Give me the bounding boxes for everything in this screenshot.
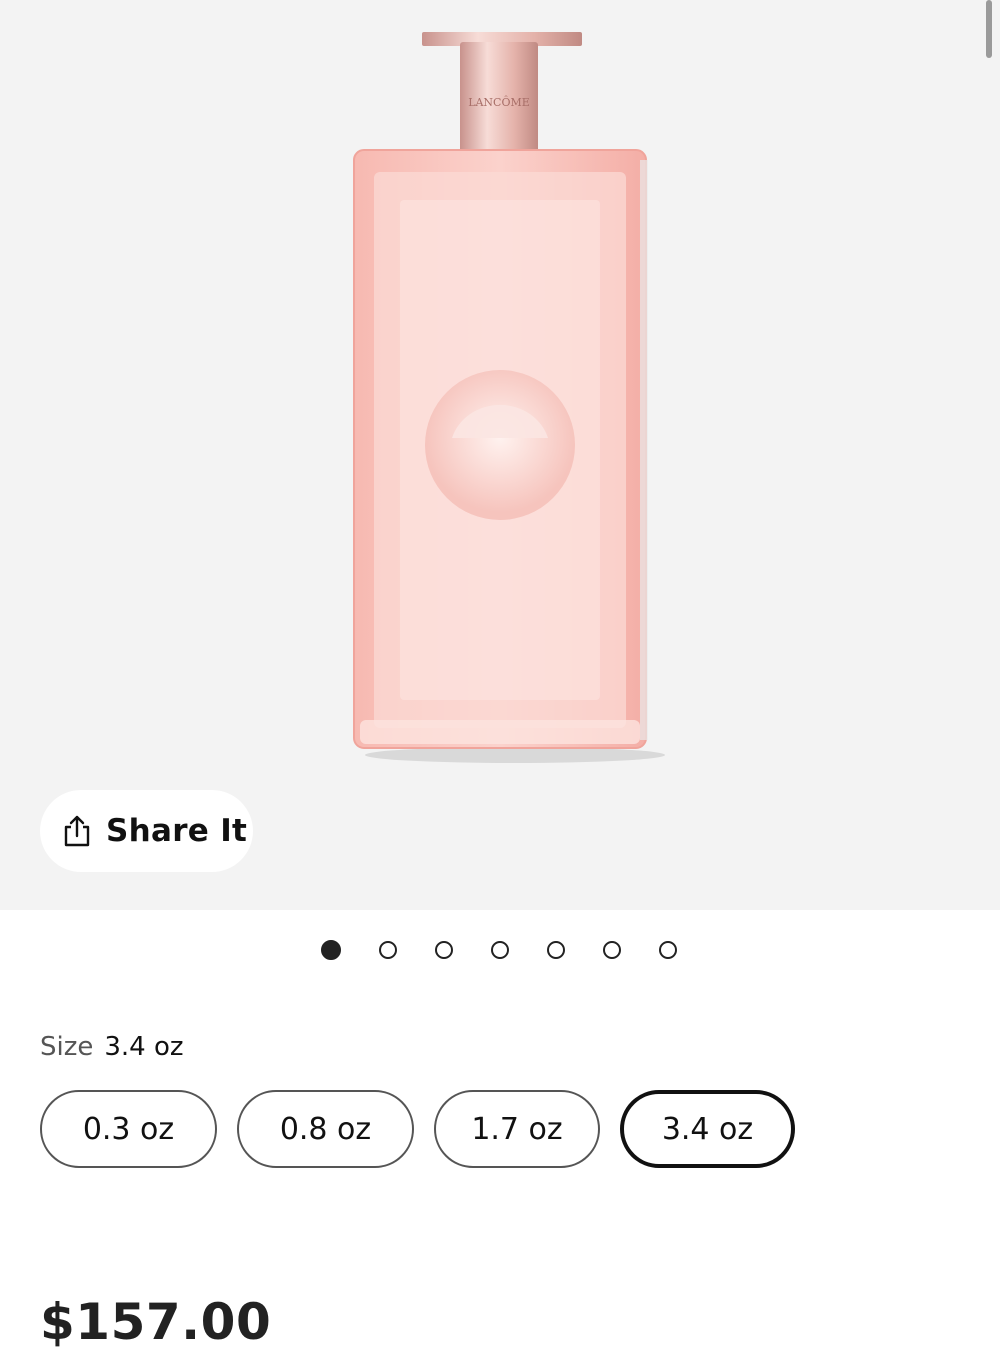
perfume-bottle-image: LANCÔME	[353, 32, 665, 763]
share-button-label: Share It	[106, 813, 248, 849]
size-label: Size	[40, 1032, 94, 1062]
share-button[interactable]: Share It	[40, 790, 253, 872]
bottle-engraving: LANCÔME	[468, 95, 530, 109]
carousel-dot[interactable]	[603, 941, 621, 959]
size-option-0-3oz[interactable]: 0.3 oz	[40, 1090, 217, 1168]
selected-size-value: 3.4 oz	[104, 1032, 184, 1062]
scrollbar[interactable]	[986, 0, 992, 58]
carousel-dot[interactable]	[659, 941, 677, 959]
size-option-3-4oz[interactable]: 3.4 oz	[620, 1090, 795, 1168]
share-icon	[64, 815, 90, 847]
product-price: $157.00	[40, 1293, 272, 1351]
carousel-dot[interactable]	[379, 941, 397, 959]
carousel-indicator	[0, 938, 1000, 962]
size-heading: Size 3.4 oz	[40, 1032, 184, 1062]
product-image-area: LANCÔME Share It	[0, 0, 1000, 910]
carousel-dot[interactable]	[435, 941, 453, 959]
carousel-dot[interactable]	[321, 940, 341, 960]
size-option-0-8oz[interactable]: 0.8 oz	[237, 1090, 414, 1168]
size-option-1-7oz[interactable]: 1.7 oz	[434, 1090, 600, 1168]
carousel-dot[interactable]	[547, 941, 565, 959]
carousel-dot[interactable]	[491, 941, 509, 959]
